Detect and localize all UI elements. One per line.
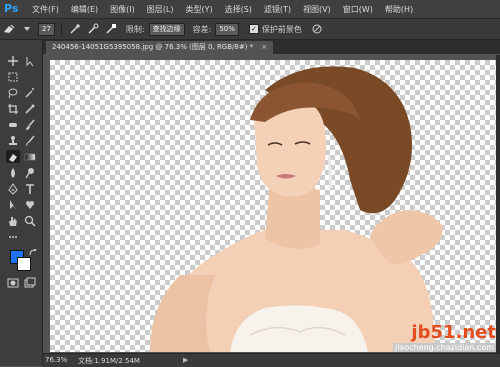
document-canvas[interactable]: [50, 60, 496, 352]
protect-foreground-checkbox[interactable]: ✓: [248, 24, 259, 34]
eyedropper-icon[interactable]: [23, 102, 37, 115]
spot-healing-brush-icon[interactable]: [6, 118, 20, 131]
sampling-once-icon[interactable]: [86, 22, 100, 36]
options-bar: 27 限制: 查找边缘 容差: 50% ✓ 保护前景色: [0, 19, 500, 40]
type-tool-icon[interactable]: [23, 182, 37, 195]
menu-window[interactable]: 窗口(W): [337, 4, 379, 15]
menu-filter[interactable]: 滤镜(T): [258, 4, 297, 15]
quick-mask-icon[interactable]: [6, 276, 20, 289]
blur-tool-icon[interactable]: [6, 166, 20, 179]
gradient-tool-icon[interactable]: [23, 150, 37, 163]
menu-image[interactable]: 图像(I): [104, 4, 141, 15]
swap-colors-icon[interactable]: [26, 246, 40, 259]
menu-layer[interactable]: 图层(L): [141, 4, 180, 15]
background-eraser-icon[interactable]: [6, 150, 20, 163]
limits-select[interactable]: 查找边缘: [148, 22, 185, 36]
background-eraser-tool-icon[interactable]: [2, 22, 16, 36]
menu-file[interactable]: 文件(F): [26, 4, 65, 15]
tolerance-field[interactable]: 50%: [215, 22, 239, 36]
close-tab-icon[interactable]: ×: [261, 43, 267, 51]
clone-stamp-icon[interactable]: [6, 134, 20, 147]
document-tab-title: 240456-14051G5395058.jpg @ 76.3% (图层 0, …: [52, 43, 254, 51]
pen-tool-icon[interactable]: [6, 182, 20, 195]
lasso-tool-icon[interactable]: [6, 86, 20, 99]
menu-help[interactable]: 帮助(H): [379, 4, 419, 15]
path-selection-icon[interactable]: [6, 198, 20, 211]
extra-tools-icon[interactable]: [6, 230, 20, 243]
document-size: 文档:1.91M/2.54M: [78, 357, 140, 365]
separator: [60, 22, 62, 36]
rectangular-marquee-icon[interactable]: [6, 70, 20, 83]
magic-wand-icon[interactable]: [23, 86, 37, 99]
menu-select[interactable]: 选择(S): [219, 4, 258, 15]
menu-view[interactable]: 视图(V): [297, 4, 337, 15]
photoshop-logo: Ps: [4, 2, 19, 15]
custom-shape-icon[interactable]: [23, 198, 37, 211]
dodge-tool-icon[interactable]: [23, 166, 37, 179]
menu-type[interactable]: 类型(Y): [179, 4, 218, 15]
move-tool-icon[interactable]: [6, 54, 20, 67]
history-brush-icon[interactable]: [23, 134, 37, 147]
tool-preset-dropdown-icon[interactable]: [20, 22, 34, 36]
watermark: jb51.net jiaocheng.chazidian.com: [392, 322, 496, 352]
status-bar: 76.3% 文档:1.91M/2.54M ▶: [43, 353, 500, 367]
limits-label: 限制:: [125, 24, 145, 34]
menu-edit[interactable]: 编辑(E): [65, 4, 104, 15]
tools-panel: [0, 40, 43, 366]
document-tab-bar: 240456-14051G5395058.jpg @ 76.3% (图层 0, …: [43, 40, 500, 54]
tolerance-label: 容差:: [192, 24, 212, 34]
sampling-continuous-icon[interactable]: [68, 22, 82, 36]
zoom-tool-icon[interactable]: [23, 214, 37, 227]
sampling-background-swatch-icon[interactable]: [104, 22, 118, 36]
vertical-scrollbar[interactable]: [496, 55, 500, 353]
cutout-portrait-image: [150, 66, 443, 352]
pressure-size-icon[interactable]: [310, 22, 324, 36]
brush-size-field[interactable]: 27: [38, 22, 55, 36]
protect-foreground-label: 保护前景色: [261, 24, 302, 34]
hand-tool-icon[interactable]: [6, 214, 20, 227]
brush-tool-icon[interactable]: [23, 118, 37, 131]
menu-bar: Ps 文件(F) 编辑(E) 图像(I) 图层(L) 类型(Y) 选择(S) 滤…: [0, 0, 500, 19]
zoom-level[interactable]: 76.3%: [45, 356, 67, 364]
artboard-tool-icon[interactable]: [23, 54, 37, 67]
crop-tool-icon[interactable]: [6, 102, 20, 115]
document-tab[interactable]: 240456-14051G5395058.jpg @ 76.3% (图层 0, …: [46, 41, 274, 54]
watermark-site: jb51.net: [411, 322, 496, 343]
background-color-swatch[interactable]: [17, 257, 31, 271]
watermark-subtitle: jiaocheng.chazidian.com: [392, 343, 496, 352]
screen-mode-icon[interactable]: [23, 276, 37, 289]
status-menu-arrow-icon[interactable]: ▶: [183, 356, 188, 364]
